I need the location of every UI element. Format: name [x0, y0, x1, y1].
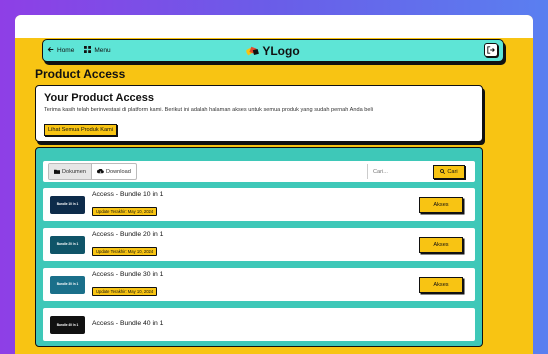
logout-icon: [487, 46, 495, 54]
product-row: Bundle 10 In 1 Access - Bundle 10 in 1 U…: [43, 188, 475, 221]
product-title: Access - Bundle 40 in 1: [92, 320, 164, 327]
search-button-label: Cari: [447, 168, 458, 175]
intro-title: Your Product Access: [44, 92, 155, 104]
update-badge: Update Terakhir: May 10, 2024: [92, 287, 158, 296]
product-title: Access - Bundle 20 in 1: [92, 231, 164, 238]
logo-icon: [246, 46, 259, 55]
search-input[interactable]: [367, 164, 429, 179]
nav-left: Home Menu: [47, 46, 111, 55]
access-button[interactable]: Akses: [419, 237, 463, 253]
search-area: Cari: [367, 164, 465, 179]
back-arrow-icon[interactable]: [47, 46, 54, 55]
product-row: Bundle 40 In 1 Access - Bundle 40 in 1: [43, 308, 475, 341]
product-title: Access - Bundle 10 in 1: [92, 191, 164, 198]
tab-download-label: Download: [105, 168, 131, 175]
home-link[interactable]: Home: [57, 47, 74, 54]
search-icon: [440, 169, 446, 174]
thumbnail-text: Bundle 30 In 1: [56, 282, 79, 286]
folder-icon: [54, 169, 60, 174]
update-badge: Update Terakhir: May 10, 2024: [92, 247, 158, 256]
intro-description: Terima kasih telah berinvestasi di platf…: [44, 107, 373, 113]
filter-toolbar: Dokumen Download Cari: [43, 161, 475, 182]
all-products-button[interactable]: Lihat Semua Produk Kami: [44, 124, 117, 136]
logo-text: YLogo: [262, 43, 300, 58]
product-thumbnail: Bundle 30 In 1: [50, 275, 85, 294]
thumbnail-text: Bundle 10 In 1: [56, 202, 79, 206]
cloud-download-icon: [97, 169, 104, 174]
top-navbar: Home Menu YLogo: [42, 39, 504, 62]
menu-grid-icon[interactable]: [84, 46, 92, 55]
product-thumbnail: Bundle 40 In 1: [50, 315, 85, 334]
update-badge: Update Terakhir: May 10, 2024: [92, 207, 158, 216]
thumbnail-text: Bundle 40 In 1: [56, 322, 79, 327]
tab-download[interactable]: Download: [90, 164, 136, 179]
product-row: Bundle 30 In 1 Access - Bundle 30 in 1 U…: [43, 268, 475, 301]
product-title: Access - Bundle 30 in 1: [92, 271, 164, 278]
search-button[interactable]: Cari: [433, 164, 465, 179]
logout-button[interactable]: [484, 43, 498, 57]
product-thumbnail: Bundle 10 In 1: [50, 195, 85, 214]
tab-documents-label: Dokumen: [62, 168, 86, 175]
logo[interactable]: YLogo: [246, 43, 300, 58]
browser-top-strip: [15, 15, 533, 38]
product-row: Bundle 20 In 1 Access - Bundle 20 in 1 U…: [43, 228, 475, 261]
product-thumbnail: Bundle 20 In 1: [50, 235, 85, 254]
access-button[interactable]: Akses: [419, 197, 463, 213]
tab-group: Dokumen Download: [48, 163, 137, 180]
page-title: Product Access: [35, 67, 126, 81]
intro-card: Your Product Access Terima kasih telah b…: [35, 85, 483, 142]
menu-link[interactable]: Menu: [94, 47, 110, 54]
product-panel: Dokumen Download Cari Bundle 10 In 1 Acc…: [35, 147, 483, 347]
product-list: Bundle 10 In 1 Access - Bundle 10 in 1 U…: [43, 188, 475, 341]
tab-documents[interactable]: Dokumen: [49, 164, 91, 179]
thumbnail-text: Bundle 20 In 1: [56, 242, 79, 246]
access-button[interactable]: Akses: [419, 277, 463, 293]
